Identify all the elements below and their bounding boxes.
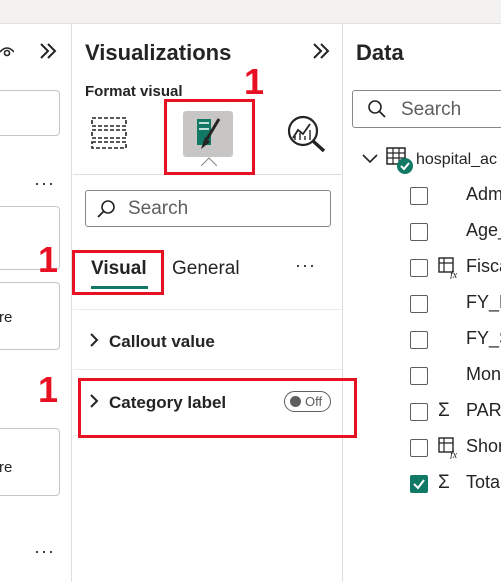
table-icon [386, 147, 413, 174]
field-item[interactable]: fx Fisca [344, 250, 501, 286]
field-item[interactable]: Adm [344, 178, 501, 214]
eye-icon[interactable] [0, 44, 14, 58]
data-pane: Data Search hospital_ac Adm Age_ fx [344, 24, 501, 582]
table-name: hospital_ac [416, 151, 497, 168]
annotation-box-format-visual [164, 99, 255, 175]
field-checkbox[interactable] [410, 331, 428, 349]
field-name: Age_ [466, 220, 501, 240]
field-checkbox[interactable] [410, 259, 428, 277]
calc-table-icon: fx [438, 437, 458, 459]
chevron-down-icon [362, 154, 378, 164]
build-visual-icon[interactable] [90, 114, 128, 152]
filter-card[interactable]: re [0, 282, 60, 350]
search-input[interactable]: Search [85, 190, 331, 227]
data-search-input[interactable]: Search [352, 90, 501, 128]
field-checkbox[interactable] [410, 223, 428, 241]
sigma-icon: Σ [438, 400, 450, 421]
collapse-pane-icon[interactable] [311, 41, 331, 61]
field-name: PART [466, 400, 501, 420]
svg-text:fx: fx [450, 450, 458, 459]
field-item[interactable]: Mon [344, 358, 501, 394]
pane-title: Visualizations [85, 40, 232, 65]
field-name: Shor [466, 436, 501, 456]
annotation-number: 1 [244, 61, 265, 102]
field-checkbox-checked[interactable] [410, 475, 428, 493]
checkmark-icon [413, 479, 425, 490]
sigma-icon: Σ [438, 472, 450, 493]
svg-text:fx: fx [450, 270, 458, 279]
format-visual-label: Format visual [85, 83, 183, 100]
table-node[interactable]: hospital_ac [344, 142, 501, 178]
annotation-number: 1 [38, 369, 59, 410]
field-item[interactable]: Age_ [344, 214, 501, 250]
field-item[interactable]: Σ PART [344, 394, 501, 430]
field-item[interactable]: FY_E [344, 286, 501, 322]
analytics-icon[interactable] [286, 114, 328, 154]
annotation-box-visual-tab [72, 250, 164, 295]
more-options-icon[interactable]: ··· [34, 174, 55, 192]
field-item[interactable]: Σ Tota [344, 466, 501, 502]
filter-card[interactable]: re [0, 428, 60, 496]
filter-search-box[interactable] [0, 90, 60, 136]
filter-card-text: re [0, 459, 13, 476]
section-label: Callout value [109, 332, 215, 351]
pane-title: Data [356, 40, 404, 65]
calc-table-icon: fx [438, 257, 458, 279]
field-name: FY_S [466, 328, 501, 348]
field-checkbox[interactable] [410, 403, 428, 421]
filters-pane: ··· re re ··· [0, 24, 72, 582]
section-callout-value[interactable]: Callout value [73, 312, 342, 370]
divider [73, 309, 342, 310]
field-checkbox[interactable] [410, 367, 428, 385]
filter-card-text: re [0, 309, 13, 326]
field-name: Adm [466, 184, 501, 204]
collapse-filters-icon[interactable] [38, 41, 58, 61]
annotation-box-category-label [78, 378, 357, 438]
search-icon [368, 100, 386, 118]
field-checkbox[interactable] [410, 439, 428, 457]
field-item[interactable]: fx Shor [344, 430, 501, 466]
field-name: Fisca [466, 256, 501, 276]
search-icon [97, 200, 115, 218]
more-options-icon[interactable]: ··· [295, 256, 316, 274]
search-placeholder: Search [401, 99, 462, 120]
chevron-right-icon [90, 333, 99, 347]
tab-general[interactable]: General [172, 258, 240, 280]
app-top-bar [0, 0, 501, 24]
annotation-number: 1 [38, 239, 59, 280]
field-checkbox[interactable] [410, 187, 428, 205]
field-item[interactable]: FY_S [344, 322, 501, 358]
more-options-icon[interactable]: ··· [34, 542, 55, 560]
search-placeholder: Search [128, 198, 189, 219]
field-checkbox[interactable] [410, 295, 428, 313]
field-name: Mon [466, 364, 501, 384]
field-name: Tota [466, 472, 501, 492]
field-name: FY_E [466, 292, 501, 312]
